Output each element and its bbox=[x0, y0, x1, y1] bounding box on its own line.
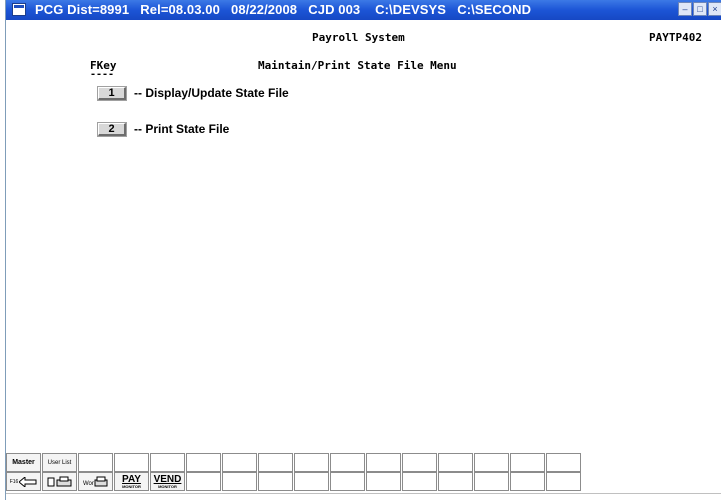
toolbar-slot[interactable] bbox=[546, 472, 581, 491]
vend-monitor-sub: MONITOR bbox=[158, 483, 177, 489]
master-icon: Master bbox=[12, 459, 35, 466]
toolbar-slot[interactable] bbox=[294, 472, 329, 491]
toolbar-slot[interactable] bbox=[438, 472, 473, 491]
toolbar-slot[interactable] bbox=[366, 453, 401, 472]
toolbar-slot[interactable] bbox=[186, 453, 221, 472]
user-list-button[interactable]: User List bbox=[42, 453, 77, 472]
title-bar[interactable]: PCG Dist=8991 Rel=08.03.00 08/22/2008 CJ… bbox=[6, 0, 721, 20]
menu-title: Maintain/Print State File Menu bbox=[258, 59, 457, 72]
menu-option-label: -- Display/Update State File bbox=[134, 86, 289, 100]
maximize-icon[interactable]: □ bbox=[693, 2, 707, 16]
toolbar-slot[interactable] bbox=[402, 472, 437, 491]
pay-monitor-label: PAY bbox=[122, 473, 141, 485]
toolbar-slot[interactable] bbox=[258, 472, 293, 491]
toolbar-slot[interactable] bbox=[366, 472, 401, 491]
toolbar-row-2: F16 Wor PAY MONITOR VEND MONITOR bbox=[6, 472, 582, 491]
f16-label: F16 bbox=[9, 478, 19, 485]
close-icon[interactable]: × bbox=[708, 2, 721, 16]
back-f16-button[interactable]: F16 bbox=[6, 472, 41, 491]
toolbar-slot[interactable] bbox=[258, 453, 293, 472]
fkey-underline: ---- bbox=[90, 69, 115, 80]
program-id: PAYTP402 bbox=[649, 31, 702, 44]
toolbar-slot[interactable] bbox=[222, 472, 257, 491]
function-toolbar: Master User List F16 Wor PAY MONITOR VEN… bbox=[6, 453, 721, 493]
toolbar-slot[interactable] bbox=[438, 453, 473, 472]
print-work-icon: Wor bbox=[83, 476, 107, 487]
toolbar-slot[interactable] bbox=[474, 453, 509, 472]
toolbar-slot[interactable] bbox=[222, 453, 257, 472]
toolbar-slot[interactable] bbox=[150, 453, 185, 472]
vend-monitor-icon: VEND MONITOR bbox=[153, 473, 182, 489]
print-screen-button[interactable] bbox=[42, 472, 77, 491]
window-title: PCG Dist=8991 Rel=08.03.00 08/22/2008 CJ… bbox=[35, 2, 532, 17]
print-work-button[interactable]: Wor bbox=[78, 472, 113, 491]
fkey-1-button[interactable]: 1 bbox=[98, 86, 126, 100]
menu-option-display-update: 1 -- Display/Update State File bbox=[98, 85, 289, 101]
svg-text:Wor: Wor bbox=[83, 481, 94, 487]
vend-monitor-label: VEND bbox=[153, 473, 182, 485]
vend-monitor-button[interactable]: VEND MONITOR bbox=[150, 472, 185, 491]
menu-option-print: 2 -- Print State File bbox=[98, 121, 229, 137]
print-screen-icon bbox=[47, 476, 71, 486]
toolbar-row-1: Master User List bbox=[6, 453, 582, 472]
toolbar-slot[interactable] bbox=[78, 453, 113, 472]
toolbar-slot[interactable] bbox=[330, 472, 365, 491]
toolbar-slot[interactable] bbox=[402, 453, 437, 472]
system-title: Payroll System bbox=[312, 31, 405, 44]
toolbar-slot[interactable] bbox=[186, 472, 221, 491]
toolbar-slot[interactable] bbox=[474, 472, 509, 491]
terminal-window-icon[interactable] bbox=[12, 3, 26, 16]
toolbar-slot[interactable] bbox=[546, 453, 581, 472]
pay-monitor-button[interactable]: PAY MONITOR bbox=[114, 472, 149, 491]
toolbar-slot[interactable] bbox=[330, 453, 365, 472]
menu-option-label: -- Print State File bbox=[134, 122, 230, 136]
toolbar-slot[interactable] bbox=[114, 453, 149, 472]
toolbar-slot[interactable] bbox=[294, 453, 329, 472]
window-controls: – □ × bbox=[677, 2, 721, 18]
pay-monitor-sub: MONITOR bbox=[122, 483, 141, 489]
pay-monitor-icon: PAY MONITOR bbox=[122, 473, 141, 489]
fkey-2-button[interactable]: 2 bbox=[98, 122, 126, 136]
back-arrow-icon bbox=[19, 476, 37, 487]
toolbar-slot[interactable] bbox=[510, 472, 545, 491]
terminal-window: PCG Dist=8991 Rel=08.03.00 08/22/2008 CJ… bbox=[5, 0, 721, 501]
minimize-icon[interactable]: – bbox=[678, 2, 692, 16]
terminal-screen: Payroll System PAYTP402 FKey ---- Mainta… bbox=[6, 20, 721, 453]
master-button[interactable]: Master bbox=[6, 453, 41, 472]
toolbar-slot[interactable] bbox=[510, 453, 545, 472]
user-list-icon: User List bbox=[47, 459, 72, 466]
